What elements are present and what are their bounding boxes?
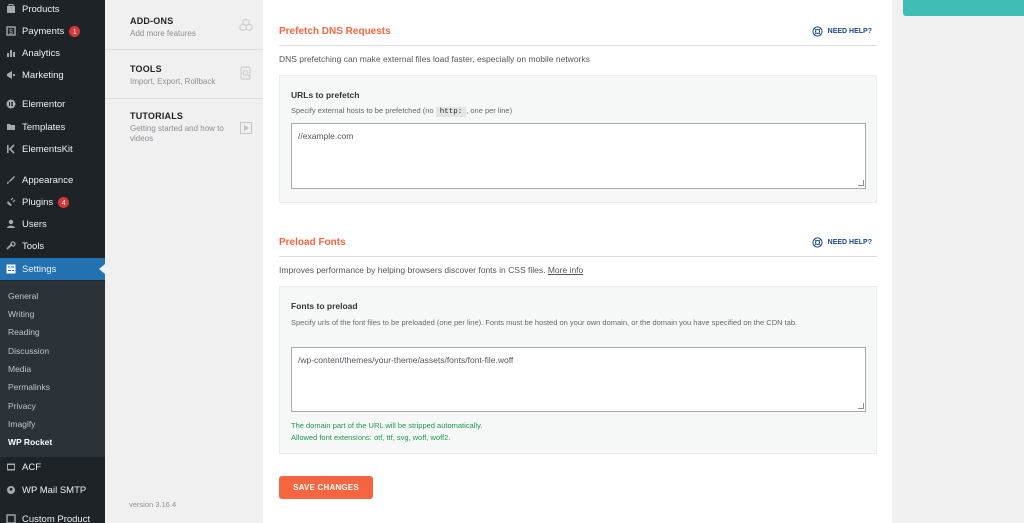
submenu-general[interactable]: General: [8, 291, 38, 301]
import-export-icon: [239, 66, 253, 85]
nav-tutorials[interactable]: TUTORIALS Getting started and how to vid…: [105, 111, 263, 147]
menu-item-analytics[interactable]: Analytics: [0, 42, 105, 64]
users-icon: [0, 219, 22, 229]
menu-item-elementor[interactable]: Elementor: [0, 93, 105, 115]
plugins-icon: [0, 197, 22, 207]
fonts-to-preload-textarea[interactable]: /wp-content/themes/your-theme/assets/fon…: [291, 347, 866, 412]
preload-fonts-field-box: Fonts to preload Specify urls of the fon…: [279, 286, 877, 454]
menu-item-products[interactable]: Products: [0, 0, 105, 20]
nav-tools[interactable]: TOOLS Import, Export, Rollback: [105, 64, 263, 98]
cubes-icon: [239, 18, 253, 37]
mail-icon: [0, 485, 22, 495]
top-right-teal-bar: [903, 0, 1024, 16]
submenu-wp-rocket[interactable]: WP Rocket: [8, 437, 52, 447]
plugin-version: version 3.16.4: [129, 500, 177, 509]
save-changes-button[interactable]: SAVE CHANGES: [279, 476, 373, 499]
allowed-extensions-note: Allowed font extensions: otf, ttf, svg, …: [291, 433, 451, 442]
analytics-icon: [0, 48, 22, 58]
custom-product-icon: [0, 514, 22, 523]
rocket-settings-nav: ADD-ONS Add more features TOOLS Import, …: [105, 0, 263, 523]
http-code: http:: [435, 107, 467, 117]
resize-handle[interactable]: [858, 403, 864, 409]
domain-stripped-note: The domain part of the URL will be strip…: [291, 421, 483, 430]
submenu-writing[interactable]: Writing: [8, 309, 34, 319]
svg-text:$: $: [9, 29, 13, 36]
more-info-link[interactable]: More info: [548, 265, 583, 275]
section-divider: [279, 45, 877, 46]
menu-item-payments[interactable]: $ Payments 1: [0, 20, 105, 42]
lifebuoy-icon: [812, 237, 823, 248]
plugins-count-badge: 4: [58, 196, 70, 208]
submenu-privacy[interactable]: Privacy: [8, 401, 36, 411]
prefetch-field-box: URLs to prefetch Specify external hosts …: [279, 75, 877, 203]
preload-fonts-need-help-link[interactable]: NEED HELP?: [812, 237, 872, 248]
menu-item-acf[interactable]: ACF: [0, 456, 105, 478]
menu-item-plugins[interactable]: Plugins 4: [0, 191, 105, 213]
resize-handle[interactable]: [858, 180, 864, 186]
menu-item-tools[interactable]: Tools: [0, 235, 105, 257]
products-icon: [0, 4, 22, 14]
elementor-icon: [0, 99, 22, 109]
preload-fonts-description: Improves performance by helping browsers…: [279, 265, 584, 275]
video-icon: [239, 121, 253, 140]
submenu-discussion[interactable]: Discussion: [8, 346, 49, 356]
menu-item-custom-product[interactable]: Custom Product: [0, 508, 105, 523]
nav-divider: [105, 49, 263, 50]
menu-item-wp-mail-smtp[interactable]: WP Mail SMTP: [0, 479, 105, 501]
prefetch-section-title: Prefetch DNS Requests: [279, 26, 391, 37]
menu-item-users[interactable]: Users: [0, 213, 105, 235]
submenu-permalinks[interactable]: Permalinks: [8, 382, 50, 392]
menu-item-elementskit[interactable]: ElementsKit: [0, 138, 105, 160]
preload-fonts-field-label: Fonts to preload: [291, 301, 358, 311]
prefetch-field-help: Specify external hosts to be prefetched …: [291, 106, 513, 117]
settings-icon: [0, 264, 22, 274]
nav-addons[interactable]: ADD-ONS Add more features: [105, 16, 263, 46]
menu-item-appearance[interactable]: Appearance: [0, 169, 105, 191]
acf-icon: [0, 462, 22, 472]
prefetch-field-label: URLs to prefetch: [291, 90, 360, 100]
payments-icon: $: [0, 26, 22, 36]
submenu-imagify[interactable]: Imagify: [8, 419, 35, 429]
elementskit-icon: [0, 144, 22, 154]
admin-sidebar: Products $ Payments 1 Analytics Marketin…: [0, 0, 105, 523]
templates-icon: [0, 122, 22, 132]
lifebuoy-icon: [812, 26, 823, 37]
menu-item-settings[interactable]: Settings: [0, 258, 105, 280]
tools-icon: [0, 241, 22, 251]
submenu-media[interactable]: Media: [8, 364, 31, 374]
prefetch-urls-textarea[interactable]: //example.com: [291, 123, 866, 189]
appearance-icon: [0, 175, 22, 185]
nav-divider: [105, 98, 263, 99]
submenu-reading[interactable]: Reading: [8, 327, 40, 337]
menu-item-marketing[interactable]: Marketing: [0, 64, 105, 86]
settings-submenu: General Writing Reading Discussion Media…: [0, 281, 105, 457]
prefetch-need-help-link[interactable]: NEED HELP?: [812, 26, 872, 37]
preload-fonts-field-help: Specify urls of the font files to be pre…: [291, 318, 798, 327]
settings-panel: Prefetch DNS Requests NEED HELP? DNS pre…: [263, 0, 892, 523]
section-divider: [279, 256, 877, 257]
prefetch-description: DNS prefetching can make external files …: [279, 54, 590, 64]
preload-fonts-section-title: Preload Fonts: [279, 237, 346, 248]
menu-item-templates[interactable]: Templates: [0, 116, 105, 138]
marketing-icon: [0, 70, 22, 80]
payments-count-badge: 1: [69, 25, 81, 37]
